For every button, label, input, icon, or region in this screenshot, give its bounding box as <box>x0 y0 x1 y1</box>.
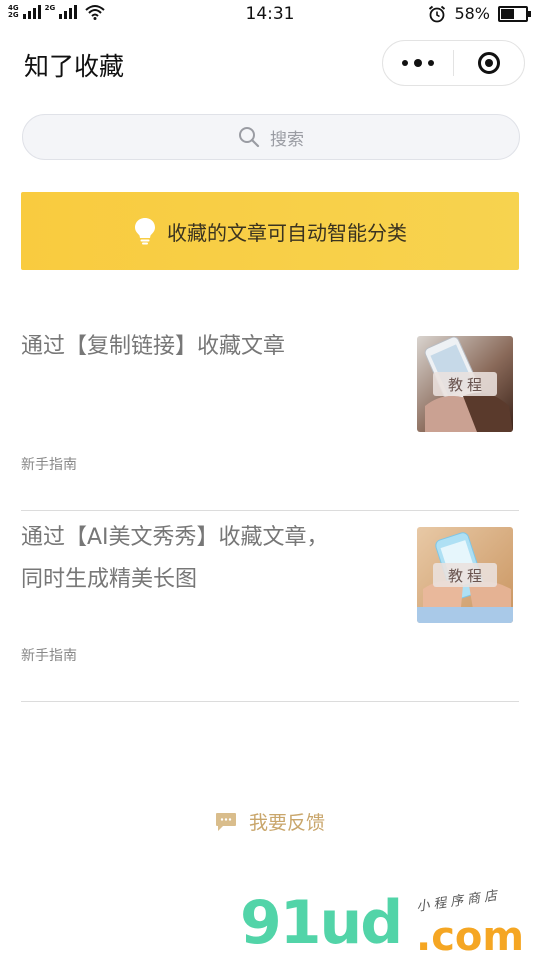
lightbulb-icon <box>135 218 155 245</box>
more-dot-icon <box>402 60 408 66</box>
article-card[interactable]: 通过【AI美文秀秀】收藏文章， 同时生成精美长图 教程 新手指南 <box>21 517 519 667</box>
tip-banner-text: 收藏的文章可自动智能分类 <box>167 220 407 245</box>
article-thumbnail: 教程 <box>417 336 513 432</box>
watermark-tagline: 小程序商店 <box>415 888 502 915</box>
article-title: 通过【复制链接】收藏文章 <box>21 326 401 368</box>
tip-banner: 收藏的文章可自动智能分类 <box>21 192 519 270</box>
app-page: 4G 2G 2G 14:31 58% 知了收藏 搜索 收藏的文章可自动智能分类 … <box>0 0 540 960</box>
mini-program-capsule <box>382 40 525 86</box>
more-dot-icon <box>414 59 422 67</box>
article-category: 新手指南 <box>21 457 77 473</box>
close-mini-program-button[interactable] <box>454 41 524 85</box>
target-circle-icon <box>478 52 500 74</box>
chat-bubble-icon <box>215 812 236 831</box>
thumbnail-badge: 教程 <box>433 563 497 587</box>
battery-icon <box>498 5 531 22</box>
watermark-brand: 91ud <box>240 888 403 958</box>
more-menu-button[interactable] <box>383 41 453 85</box>
article-thumbnail: 教程 <box>417 527 513 623</box>
page-title: 知了收藏 <box>24 52 125 81</box>
watermark-domain: .com <box>416 914 525 960</box>
article-title-line: 同时生成精美长图 <box>21 567 198 592</box>
status-bar: 4G 2G 2G 14:31 58% <box>0 0 540 30</box>
feedback-button[interactable]: 我要反馈 <box>0 808 540 835</box>
list-divider <box>21 510 519 511</box>
search-placeholder: 搜索 <box>270 129 304 150</box>
article-title-line: 通过【复制链接】收藏文章 <box>21 334 286 359</box>
feedback-label: 我要反馈 <box>248 812 325 834</box>
search-bar[interactable]: 搜索 <box>22 114 520 160</box>
article-category: 新手指南 <box>21 648 77 664</box>
watermark-logo: 91ud 小程序商店 .com <box>240 886 540 960</box>
article-card[interactable]: 通过【复制链接】收藏文章 教程 新手指南 <box>21 326 519 476</box>
battery-fill <box>501 8 514 19</box>
article-title-line: 通过【AI美文秀秀】收藏文章， <box>21 525 329 550</box>
battery-percent: 58% <box>454 4 490 23</box>
thumbnail-badge: 教程 <box>433 372 497 396</box>
article-title: 通过【AI美文秀秀】收藏文章， 同时生成精美长图 <box>21 517 401 601</box>
status-right: 58% <box>428 4 531 23</box>
list-divider <box>21 701 519 702</box>
more-dot-icon <box>428 60 434 66</box>
search-icon <box>239 127 260 148</box>
alarm-clock-icon <box>429 5 446 22</box>
